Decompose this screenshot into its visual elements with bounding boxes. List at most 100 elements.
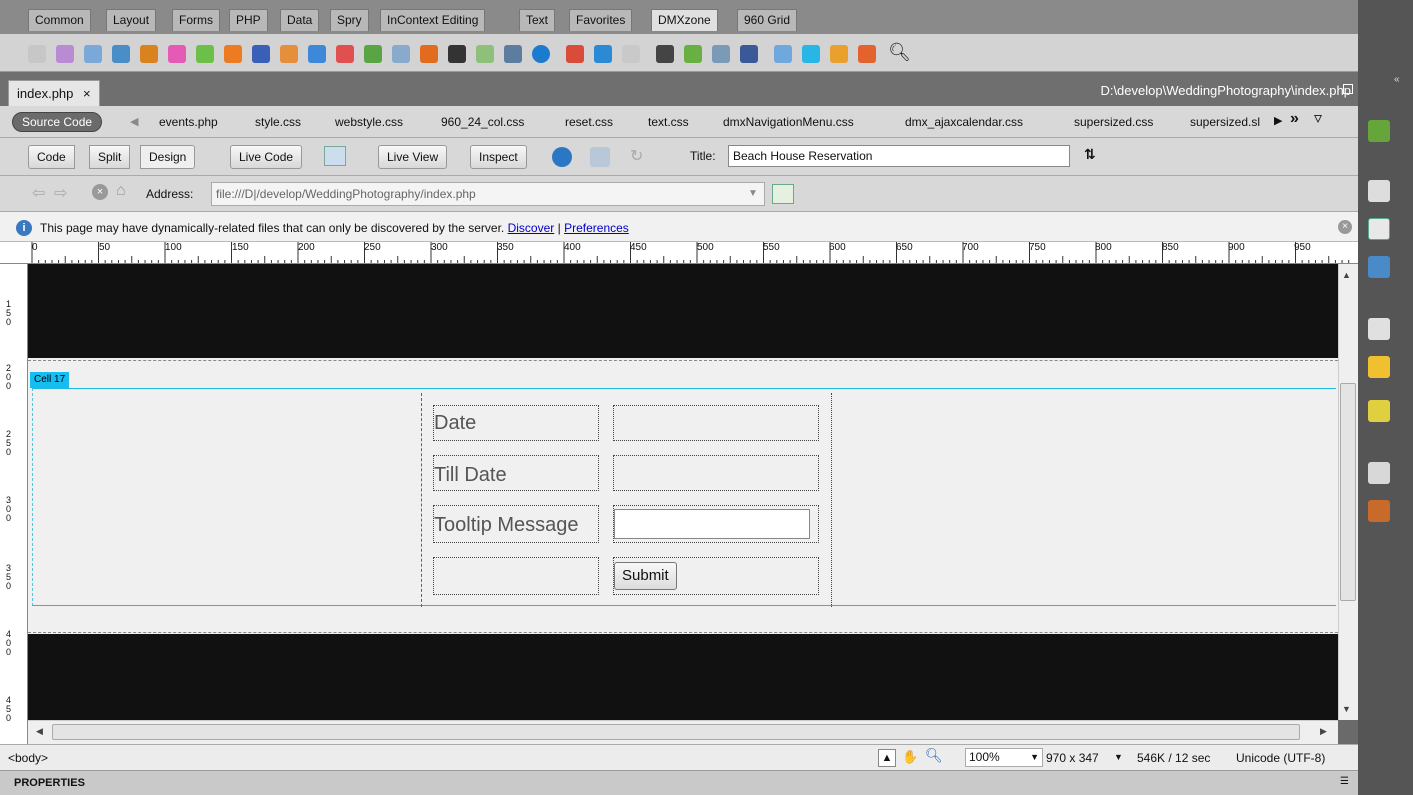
hand-tool-icon[interactable]: ✋ — [902, 749, 918, 765]
related-file[interactable]: dmx_ajaxcalendar.css — [905, 115, 1023, 129]
related-file[interactable]: supersized.css — [1074, 115, 1153, 129]
window-size[interactable]: 970 x 347 — [1046, 751, 1099, 765]
tab-960-grid[interactable]: 960 Grid — [737, 9, 798, 31]
submit-button[interactable]: Submit — [614, 562, 677, 590]
related-file[interactable]: webstyle.css — [335, 115, 403, 129]
form-icon[interactable] — [56, 45, 74, 63]
page-icon[interactable] — [774, 45, 792, 63]
tag-selector[interactable]: <body> — [8, 751, 48, 765]
chevron-down-icon[interactable]: ▼ — [748, 188, 758, 199]
properties-panel-header[interactable]: PROPERTIES ☰ — [0, 770, 1358, 795]
horizontal-scroll-thumb[interactable] — [52, 724, 1300, 740]
tooltip-input[interactable] — [614, 509, 810, 539]
link-icon[interactable] — [364, 45, 382, 63]
video-icon[interactable] — [252, 45, 270, 63]
design-canvas[interactable]: Cell 17 Date Till Date Tooltip Message S… — [28, 264, 1338, 720]
tab-forms[interactable]: Forms — [172, 9, 220, 31]
forward-icon[interactable]: ⇨ — [54, 183, 67, 203]
home-icon[interactable]: ⌂ — [116, 182, 126, 200]
related-file[interactable]: supersized.sl — [1190, 115, 1268, 129]
live-view-button[interactable]: Live View — [378, 145, 448, 169]
widget-icon[interactable] — [858, 45, 876, 63]
related-file[interactable]: events.php — [159, 115, 218, 129]
scroll-down-icon[interactable]: ▼ — [1342, 704, 1351, 714]
code-navigator-icon[interactable] — [1368, 256, 1390, 278]
cell-label[interactable]: Cell 17 — [30, 372, 70, 388]
vertical-scroll-thumb[interactable] — [1340, 383, 1356, 601]
pointer-tool-icon[interactable]: ▲ — [878, 749, 896, 767]
ap-elements-icon[interactable] — [1368, 180, 1390, 202]
tab-text[interactable]: Text — [519, 9, 556, 31]
tab-dmxzone[interactable]: DMXzone — [651, 9, 718, 31]
assets-icon[interactable] — [1368, 500, 1390, 522]
stop-icon[interactable]: × — [92, 184, 108, 200]
live-view-options-icon[interactable] — [772, 184, 794, 204]
file-management-icon[interactable]: ⇅ — [1084, 146, 1096, 163]
tab-data[interactable]: Data — [280, 9, 320, 31]
browser-preview-icon[interactable] — [552, 147, 572, 167]
globe-icon[interactable] — [532, 45, 550, 63]
rss-icon[interactable] — [420, 45, 438, 63]
close-icon[interactable]: × — [83, 86, 91, 101]
restore-icon[interactable] — [1343, 84, 1353, 94]
tab-favorites[interactable]: Favorites — [569, 9, 633, 31]
zoom-select[interactable]: 100% ▼ — [965, 748, 1043, 767]
address-input[interactable]: file:///D|/develop/WeddingPhotography/in… — [211, 182, 765, 206]
zoom-tool-icon[interactable]: 🔍︎ — [925, 747, 943, 764]
image-icon[interactable] — [168, 45, 186, 63]
collapse-panel-icon[interactable]: « — [1394, 74, 1400, 85]
check-page-icon[interactable] — [324, 146, 346, 166]
player-icon[interactable] — [504, 45, 522, 63]
refresh-icon[interactable]: ↻ — [630, 146, 643, 166]
twitter-icon[interactable] — [594, 45, 612, 63]
filter-icon[interactable]: ▿ — [1314, 108, 1322, 128]
gear-icon[interactable] — [28, 45, 46, 63]
check-icon[interactable] — [336, 45, 354, 63]
behaviors-icon[interactable] — [1368, 400, 1390, 422]
chart-icon[interactable] — [684, 45, 702, 63]
live-code-button[interactable]: Live Code — [230, 145, 303, 169]
chevron-down-icon[interactable]: ▼ — [1114, 752, 1123, 762]
tab-common[interactable]: Common — [28, 9, 91, 31]
related-file[interactable]: 960_24_col.css — [441, 115, 524, 129]
grid-icon[interactable] — [308, 45, 326, 63]
date-field-cell[interactable] — [613, 405, 819, 441]
related-file[interactable]: dmxNavigationMenu.css — [723, 115, 854, 129]
compass-icon[interactable] — [84, 45, 102, 63]
bookmark-icon[interactable] — [476, 45, 494, 63]
split-view-button[interactable]: Split — [89, 145, 131, 169]
lightbox-icon[interactable] — [280, 45, 298, 63]
clapper-icon[interactable] — [656, 45, 674, 63]
till-date-field-cell[interactable] — [613, 455, 819, 491]
cell-container[interactable]: Date Till Date Tooltip Message Submit — [32, 388, 1336, 607]
facebook-icon[interactable] — [740, 45, 758, 63]
fullscreen-icon[interactable] — [712, 45, 730, 63]
source-code-button[interactable]: Source Code — [12, 112, 103, 132]
search-icon[interactable]: 🔍︎ — [888, 42, 911, 63]
tab-layout[interactable]: Layout — [106, 9, 157, 31]
gallery-icon[interactable] — [224, 45, 242, 63]
slideshow-icon[interactable] — [448, 45, 466, 63]
close-info-icon[interactable]: × — [1338, 220, 1352, 234]
flash-icon[interactable] — [140, 45, 158, 63]
design-view-button[interactable]: Design — [140, 145, 196, 169]
arrows-icon[interactable] — [830, 45, 848, 63]
edit-icon[interactable] — [196, 45, 214, 63]
calendar-icon[interactable] — [566, 45, 584, 63]
inspect-button[interactable]: Inspect — [470, 145, 527, 169]
discover-link[interactable]: Discover — [508, 221, 555, 235]
tag-inspector-icon[interactable] — [1368, 218, 1390, 240]
related-file[interactable]: text.css — [648, 115, 689, 129]
preferences-link[interactable]: Preferences — [564, 221, 629, 235]
headphones-icon[interactable] — [622, 45, 640, 63]
tab-php[interactable]: PHP — [229, 9, 268, 31]
panel-options-icon[interactable]: ☰ — [1340, 776, 1349, 787]
server-behaviors-icon[interactable] — [1368, 318, 1390, 340]
tab-spry[interactable]: Spry — [330, 9, 369, 31]
tabs-icon[interactable] — [802, 45, 820, 63]
css-styles-icon[interactable] — [1368, 120, 1390, 142]
visual-aids-icon[interactable] — [590, 147, 610, 167]
scroll-left-arrow-icon[interactable]: ◀ — [36, 726, 43, 737]
code-view-button[interactable]: Code — [28, 145, 75, 169]
databases-icon[interactable] — [1368, 356, 1390, 378]
